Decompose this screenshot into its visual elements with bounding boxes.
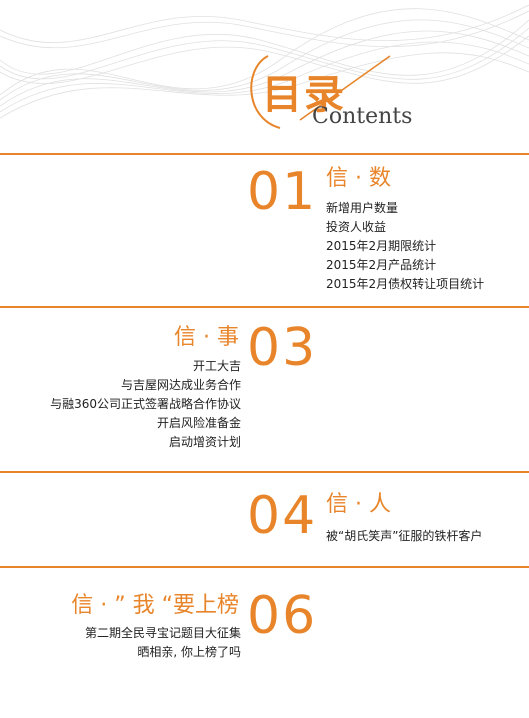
list-item[interactable]: 第二期全民寻宝记题目大征集: [85, 624, 241, 643]
list-item[interactable]: 开工大吉: [50, 357, 241, 376]
section-heading: 信 · 事: [174, 325, 239, 350]
section-number: 03: [247, 318, 318, 378]
contents-header: 目录 Contents: [0, 0, 529, 150]
list-item[interactable]: 2015年2月产品统计: [326, 256, 484, 275]
list-item[interactable]: 开启风险准备金: [50, 414, 241, 433]
section-number: 06: [247, 586, 318, 646]
list-item[interactable]: 2015年2月期限统计: [326, 237, 484, 256]
section-heading: 信 · ” 我 “要上榜: [71, 593, 239, 618]
section-heading: 信 · 数: [326, 166, 391, 191]
section-divider: [0, 306, 529, 308]
section-divider: [0, 566, 529, 568]
section-number: 01: [247, 162, 318, 222]
list-item[interactable]: 与吉屋网达成业务合作: [50, 376, 241, 395]
list-item[interactable]: 晒相亲, 你上榜了吗: [85, 643, 241, 662]
list-item[interactable]: 投资人收益: [326, 218, 484, 237]
section-heading: 信 · 人: [326, 492, 391, 517]
list-item[interactable]: 2015年2月债权转让项目统计: [326, 275, 484, 294]
list-item[interactable]: 新增用户数量: [326, 199, 484, 218]
section-item-list: 新增用户数量 投资人收益 2015年2月期限统计 2015年2月产品统计 201…: [326, 199, 484, 294]
list-item[interactable]: 被“胡氏笑声”征服的铁杆客户: [326, 527, 482, 546]
list-item[interactable]: 与融360公司正式签署战略合作协议: [50, 395, 241, 414]
section-number: 04: [247, 486, 318, 546]
section-item-list: 被“胡氏笑声”征服的铁杆客户: [326, 527, 482, 546]
page-subtitle: Contents: [312, 104, 413, 129]
section-item-list: 第二期全民寻宝记题目大征集 晒相亲, 你上榜了吗: [85, 624, 241, 662]
section-item-list: 开工大吉 与吉屋网达成业务合作 与融360公司正式签署战略合作协议 开启风险准备…: [50, 357, 241, 452]
list-item[interactable]: 启动增资计划: [50, 433, 241, 452]
section-divider: [0, 153, 529, 155]
section-divider: [0, 471, 529, 473]
